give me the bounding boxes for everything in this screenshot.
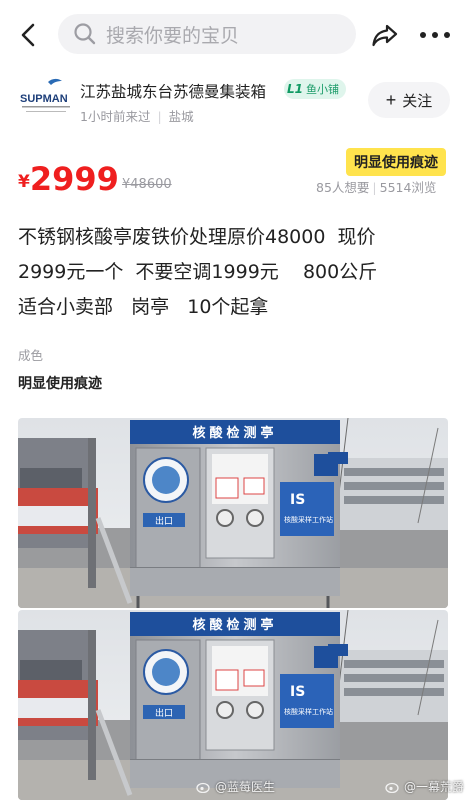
price: ¥2999 (18, 160, 119, 198)
shop-logo[interactable]: SUPMAN (18, 76, 74, 120)
logo-text: SUPMAN (20, 93, 68, 105)
exit-label: 出口 (155, 515, 173, 527)
weibo-icon (196, 782, 210, 793)
booth-sign: 核酸检测亭 (192, 425, 277, 441)
views-count: 5514浏览 (379, 180, 437, 195)
watermark-text: @蓝莓医生 (215, 780, 276, 794)
price-value: 2999 (29, 160, 119, 198)
listing-stats: 85人想要 | 5514浏览 (316, 177, 436, 196)
description-line: 不锈钢核酸亭废铁价处理原价48000 现价 (18, 226, 376, 248)
listing-photo[interactable]: 核酸检测亭 出口 IS 核酸采样工作站 (18, 610, 448, 800)
price-symbol: ¥ (18, 172, 30, 192)
wants-count: 85人想要 (316, 180, 370, 195)
last-seen: 1小时前来过 (80, 109, 151, 124)
description-line: 适合小卖部 岗亭 10个起拿 (18, 296, 269, 318)
booth-sign: 核酸检测亭 (192, 617, 277, 633)
poster-text: 核酸采样工作站 (284, 707, 333, 716)
listing-photo[interactable]: 核酸检测亭 出口 IS 核酸采样工作站 (18, 418, 448, 608)
shop-info[interactable]: SUPMAN 江苏盐城东台苏德曼集装箱 L1 鱼小铺 1小时前来过 | 盐城 +… (0, 72, 467, 132)
shop-level-badge: L1 鱼小铺 (284, 79, 346, 99)
follow-label: 关注 (402, 92, 433, 110)
share-icon[interactable] (370, 20, 400, 50)
shop-location: 盐城 (168, 109, 194, 124)
follow-button[interactable]: + 关注 (368, 82, 450, 118)
exit-label: 出口 (155, 707, 173, 719)
top-bar: 搜索你要的宝贝 (0, 0, 467, 70)
search-icon (74, 23, 96, 45)
condition-value: 明显使用痕迹 (18, 376, 102, 392)
watermark: @蓝莓医生 (196, 778, 275, 795)
badge-level: L1 (287, 82, 303, 96)
more-options-icon[interactable] (418, 22, 452, 48)
poster-logo: IS (290, 684, 305, 700)
search-input[interactable]: 搜索你要的宝贝 (58, 14, 356, 54)
search-placeholder: 搜索你要的宝贝 (106, 24, 240, 47)
condition-label: 成色 (18, 348, 44, 363)
poster-logo: IS (290, 492, 305, 508)
plus-icon: + (385, 89, 397, 110)
shop-name[interactable]: 江苏盐城东台苏德曼集装箱 (80, 80, 266, 102)
listing-description: 不锈钢核酸亭废铁价处理原价48000 现价 2999元一个 不要空调1999元 … (18, 220, 448, 325)
original-price: ¥48600 (122, 177, 172, 192)
description-line: 2999元一个 不要空调1999元 800公斤 (18, 261, 378, 283)
watermark-text: @一幕荒爵 (404, 780, 465, 794)
back-arrow-icon[interactable] (14, 20, 44, 50)
watermark: @一幕荒爵 (385, 778, 464, 795)
weibo-icon (385, 782, 399, 793)
stats-separator: | (372, 180, 377, 195)
poster-text: 核酸采样工作站 (284, 515, 333, 524)
shop-meta: 1小时前来过 | 盐城 (80, 106, 194, 125)
badge-label: 鱼小铺 (306, 83, 339, 96)
condition-tag: 明显使用痕迹 (346, 148, 446, 176)
meta-separator: | (157, 109, 162, 124)
